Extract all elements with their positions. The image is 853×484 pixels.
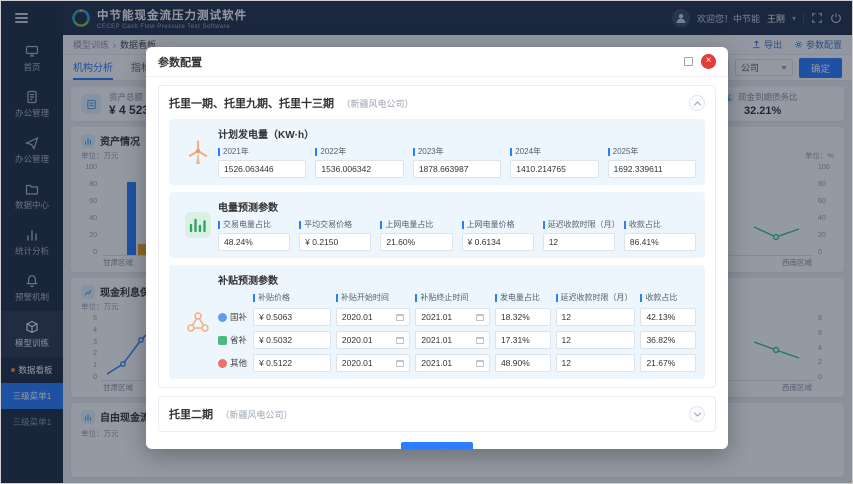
calendar-icon xyxy=(476,360,484,367)
other-start-date[interactable]: 2020.01 xyxy=(336,354,411,372)
chevron-up-icon xyxy=(693,101,700,108)
collection-ratio-field: 收款占比 86.41% xyxy=(624,219,696,251)
param-config-modal: 参数配置 × 托里一期、托里九期、托里十三期 （新疆风电公司） xyxy=(146,47,728,449)
network-nodes-icon xyxy=(178,272,218,372)
gen-field-2025: 2025年 1692.339611 xyxy=(608,146,696,178)
modal-body: 托里一期、托里九期、托里十三期 （新疆风电公司） 计划发电量（KW·h） xyxy=(146,77,728,449)
chevron-down-icon xyxy=(693,409,700,416)
provincial-delay-input[interactable]: 12 xyxy=(556,331,636,349)
grid-ratio-input[interactable]: 21.60% xyxy=(380,233,452,251)
power-forecast-panel: 电量预测参数 交易电量占比 48.24% 平均交易价格 ¥ 0.2150 xyxy=(169,192,705,258)
section-title: 托里二期 xyxy=(169,409,213,421)
national-end-date[interactable]: 2021.01 xyxy=(415,308,490,326)
modal-title: 参数配置 xyxy=(158,54,202,70)
calendar-icon xyxy=(396,360,404,367)
panel-title: 电量预测参数 xyxy=(218,199,696,214)
national-delay-input[interactable]: 12 xyxy=(556,308,636,326)
gen-field-2023: 2023年 1878.663987 xyxy=(413,146,501,178)
national-start-date[interactable]: 2020.01 xyxy=(336,308,411,326)
provincial-end-date[interactable]: 2021.01 xyxy=(415,331,490,349)
national-subsidy-icon xyxy=(218,313,227,322)
calendar-icon xyxy=(476,337,484,344)
delay-months-field: 延迟收款时限（月） 12 xyxy=(543,219,615,251)
gen-field-2021: 2021年 1526.063446 xyxy=(218,146,306,178)
provincial-price-input[interactable]: ¥ 0.5032 xyxy=(253,331,331,349)
provincial-gen-ratio-input[interactable]: 17.31% xyxy=(495,331,551,349)
modal-overlay: 参数配置 × 托里一期、托里九期、托里十三期 （新疆风电公司） xyxy=(1,1,852,483)
provincial-subsidy-icon xyxy=(218,336,227,345)
panel-title: 计划发电量（KW·h） xyxy=(218,126,696,141)
national-price-input[interactable]: ¥ 0.5063 xyxy=(253,308,331,326)
avg-price-input[interactable]: ¥ 0.2150 xyxy=(299,233,371,251)
trade-ratio-field: 交易电量占比 48.24% xyxy=(218,219,290,251)
other-gen-ratio-input[interactable]: 48.90% xyxy=(495,354,551,372)
close-icon[interactable]: × xyxy=(701,54,716,69)
wind-turbine-icon xyxy=(178,126,218,178)
section-subtitle: （新疆风电公司） xyxy=(341,99,413,109)
row-label-provincial: 省补 xyxy=(218,334,248,346)
planned-generation-panel: 计划发电量（KW·h） 2021年 1526.063446 2022年 1536… xyxy=(169,119,705,185)
calendar-icon xyxy=(396,337,404,344)
other-price-input[interactable]: ¥ 0.5122 xyxy=(253,354,331,372)
gen-input-2022[interactable]: 1536.006342 xyxy=(315,160,403,178)
collapse-button[interactable] xyxy=(689,95,705,111)
resize-icon[interactable] xyxy=(684,57,693,66)
gen-input-2023[interactable]: 1878.663987 xyxy=(413,160,501,178)
grid-price-input[interactable]: ¥ 0.6134 xyxy=(462,233,534,251)
section-subtitle: （新疆风电公司） xyxy=(220,410,292,420)
collection-ratio-input[interactable]: 86.41% xyxy=(624,233,696,251)
other-delay-input[interactable]: 12 xyxy=(556,354,636,372)
national-collect-input[interactable]: 42.13% xyxy=(640,308,696,326)
gen-input-2021[interactable]: 1526.063446 xyxy=(218,160,306,178)
grid-ratio-field: 上网电量占比 21.60% xyxy=(380,219,452,251)
gen-input-2025[interactable]: 1692.339611 xyxy=(608,160,696,178)
row-label-other: 其他 xyxy=(218,357,248,369)
other-collect-input[interactable]: 21.67% xyxy=(640,354,696,372)
other-subsidy-icon xyxy=(218,359,227,368)
next-button[interactable]: 下一步 xyxy=(401,442,474,449)
delay-months-input[interactable]: 12 xyxy=(543,233,615,251)
gen-field-2022: 2022年 1536.006342 xyxy=(315,146,403,178)
gen-field-2024: 2024年 1410.214765 xyxy=(510,146,598,178)
avg-price-field: 平均交易价格 ¥ 0.2150 xyxy=(299,219,371,251)
expand-button[interactable] xyxy=(689,406,705,422)
grid-price-field: 上网电量价格 ¥ 0.6134 xyxy=(462,219,534,251)
plant-section-1: 托里一期、托里九期、托里十三期 （新疆风电公司） 计划发电量（KW·h） xyxy=(158,85,716,388)
section-title: 托里一期、托里九期、托里十三期 xyxy=(169,98,334,110)
subsidy-forecast-panel: 补贴预测参数 补贴价格 补贴开始时间 补贴终止时间 发电量占比 延迟收款时限（月… xyxy=(169,265,705,379)
app-root: 首页 办公管理 办公管理 数据中心 统计分析 预警机制 模型训练 数据看板 xyxy=(0,0,853,484)
plant-section-2: 托里二期 （新疆风电公司） xyxy=(158,396,716,432)
trade-ratio-input[interactable]: 48.24% xyxy=(218,233,290,251)
national-gen-ratio-input[interactable]: 18.32% xyxy=(495,308,551,326)
provincial-collect-input[interactable]: 36.82% xyxy=(640,331,696,349)
calendar-icon xyxy=(396,314,404,321)
modal-header: 参数配置 × xyxy=(146,47,728,77)
other-end-date[interactable]: 2021.01 xyxy=(415,354,490,372)
panel-title: 补贴预测参数 xyxy=(218,272,696,287)
calendar-icon xyxy=(476,314,484,321)
green-chart-icon xyxy=(178,199,218,251)
row-label-national: 国补 xyxy=(218,311,248,323)
provincial-start-date[interactable]: 2020.01 xyxy=(336,331,411,349)
gen-input-2024[interactable]: 1410.214765 xyxy=(510,160,598,178)
